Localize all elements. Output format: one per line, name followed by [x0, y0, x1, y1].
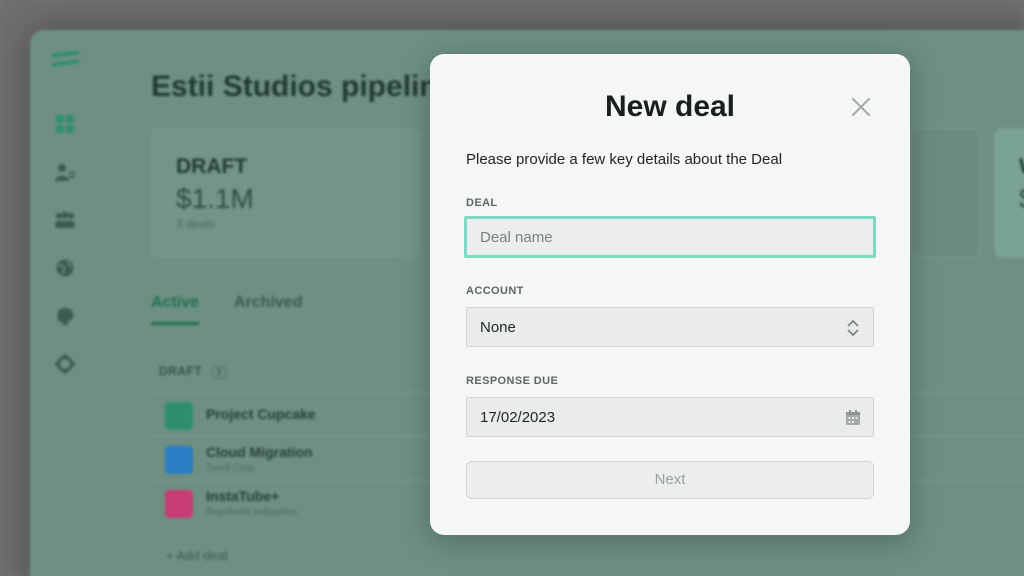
deal-name: Cloud Migration	[206, 444, 313, 460]
sidebar	[30, 30, 102, 576]
add-deal-button[interactable]: + Add deal	[166, 548, 228, 563]
logo-icon	[52, 50, 80, 76]
close-icon[interactable]	[848, 94, 874, 120]
deal-icon	[165, 446, 193, 474]
new-deal-modal: New deal Please provide a few key detail…	[430, 54, 910, 535]
response-due-label: RESPONSE DUE	[466, 375, 559, 387]
stat-card-draft[interactable]: DRAFT $1.1M 3 deals	[151, 128, 419, 258]
stat-card-won[interactable]: W $	[994, 128, 1024, 258]
deal-name: InstaTube+	[206, 488, 280, 504]
deal-name-input[interactable]	[464, 216, 876, 258]
stat-count: 3 deals	[176, 217, 215, 231]
account-select[interactable]: None	[466, 307, 874, 347]
modal-description: Please provide a few key details about t…	[466, 151, 783, 168]
stat-label: DRAFT	[176, 155, 248, 178]
next-button[interactable]: Next	[466, 461, 874, 499]
grid-icon[interactable]	[54, 113, 76, 135]
deal-label: DEAL	[466, 197, 498, 209]
stat-amount: $1.1M	[176, 183, 254, 214]
deal-icon	[165, 402, 193, 430]
gear-icon[interactable]	[54, 353, 76, 375]
account-value: None	[480, 319, 516, 336]
response-due-value: 17/02/2023	[480, 409, 556, 426]
tab-archived[interactable]: Archived	[234, 294, 302, 312]
stat-label: W	[1019, 155, 1024, 179]
user-icon[interactable]	[54, 161, 76, 183]
response-due-field[interactable]: 17/02/2023	[466, 397, 874, 437]
globe-icon[interactable]	[54, 257, 76, 279]
chevron-up-down-icon	[845, 319, 861, 337]
stat-card-hidden[interactable]	[910, 128, 980, 258]
stat-amount: $	[1019, 183, 1024, 215]
deal-name: Project Cupcake	[206, 406, 316, 422]
section-label: DRAFT	[159, 364, 203, 378]
deal-account: Reynholm Industries	[206, 507, 298, 518]
section-header: DRAFT 3	[159, 364, 227, 379]
brain-icon[interactable]	[54, 305, 76, 327]
modal-title: New deal	[604, 90, 736, 123]
deal-icon	[165, 490, 193, 518]
section-count: 3	[212, 366, 227, 379]
tab-active[interactable]: Active	[151, 294, 200, 325]
account-label: ACCOUNT	[466, 285, 524, 297]
team-icon[interactable]	[54, 209, 76, 231]
deal-account: Tyrell Corp	[206, 463, 255, 474]
pipeline-title: Estii Studios pipeline	[151, 70, 455, 103]
calendar-icon[interactable]	[845, 409, 861, 427]
